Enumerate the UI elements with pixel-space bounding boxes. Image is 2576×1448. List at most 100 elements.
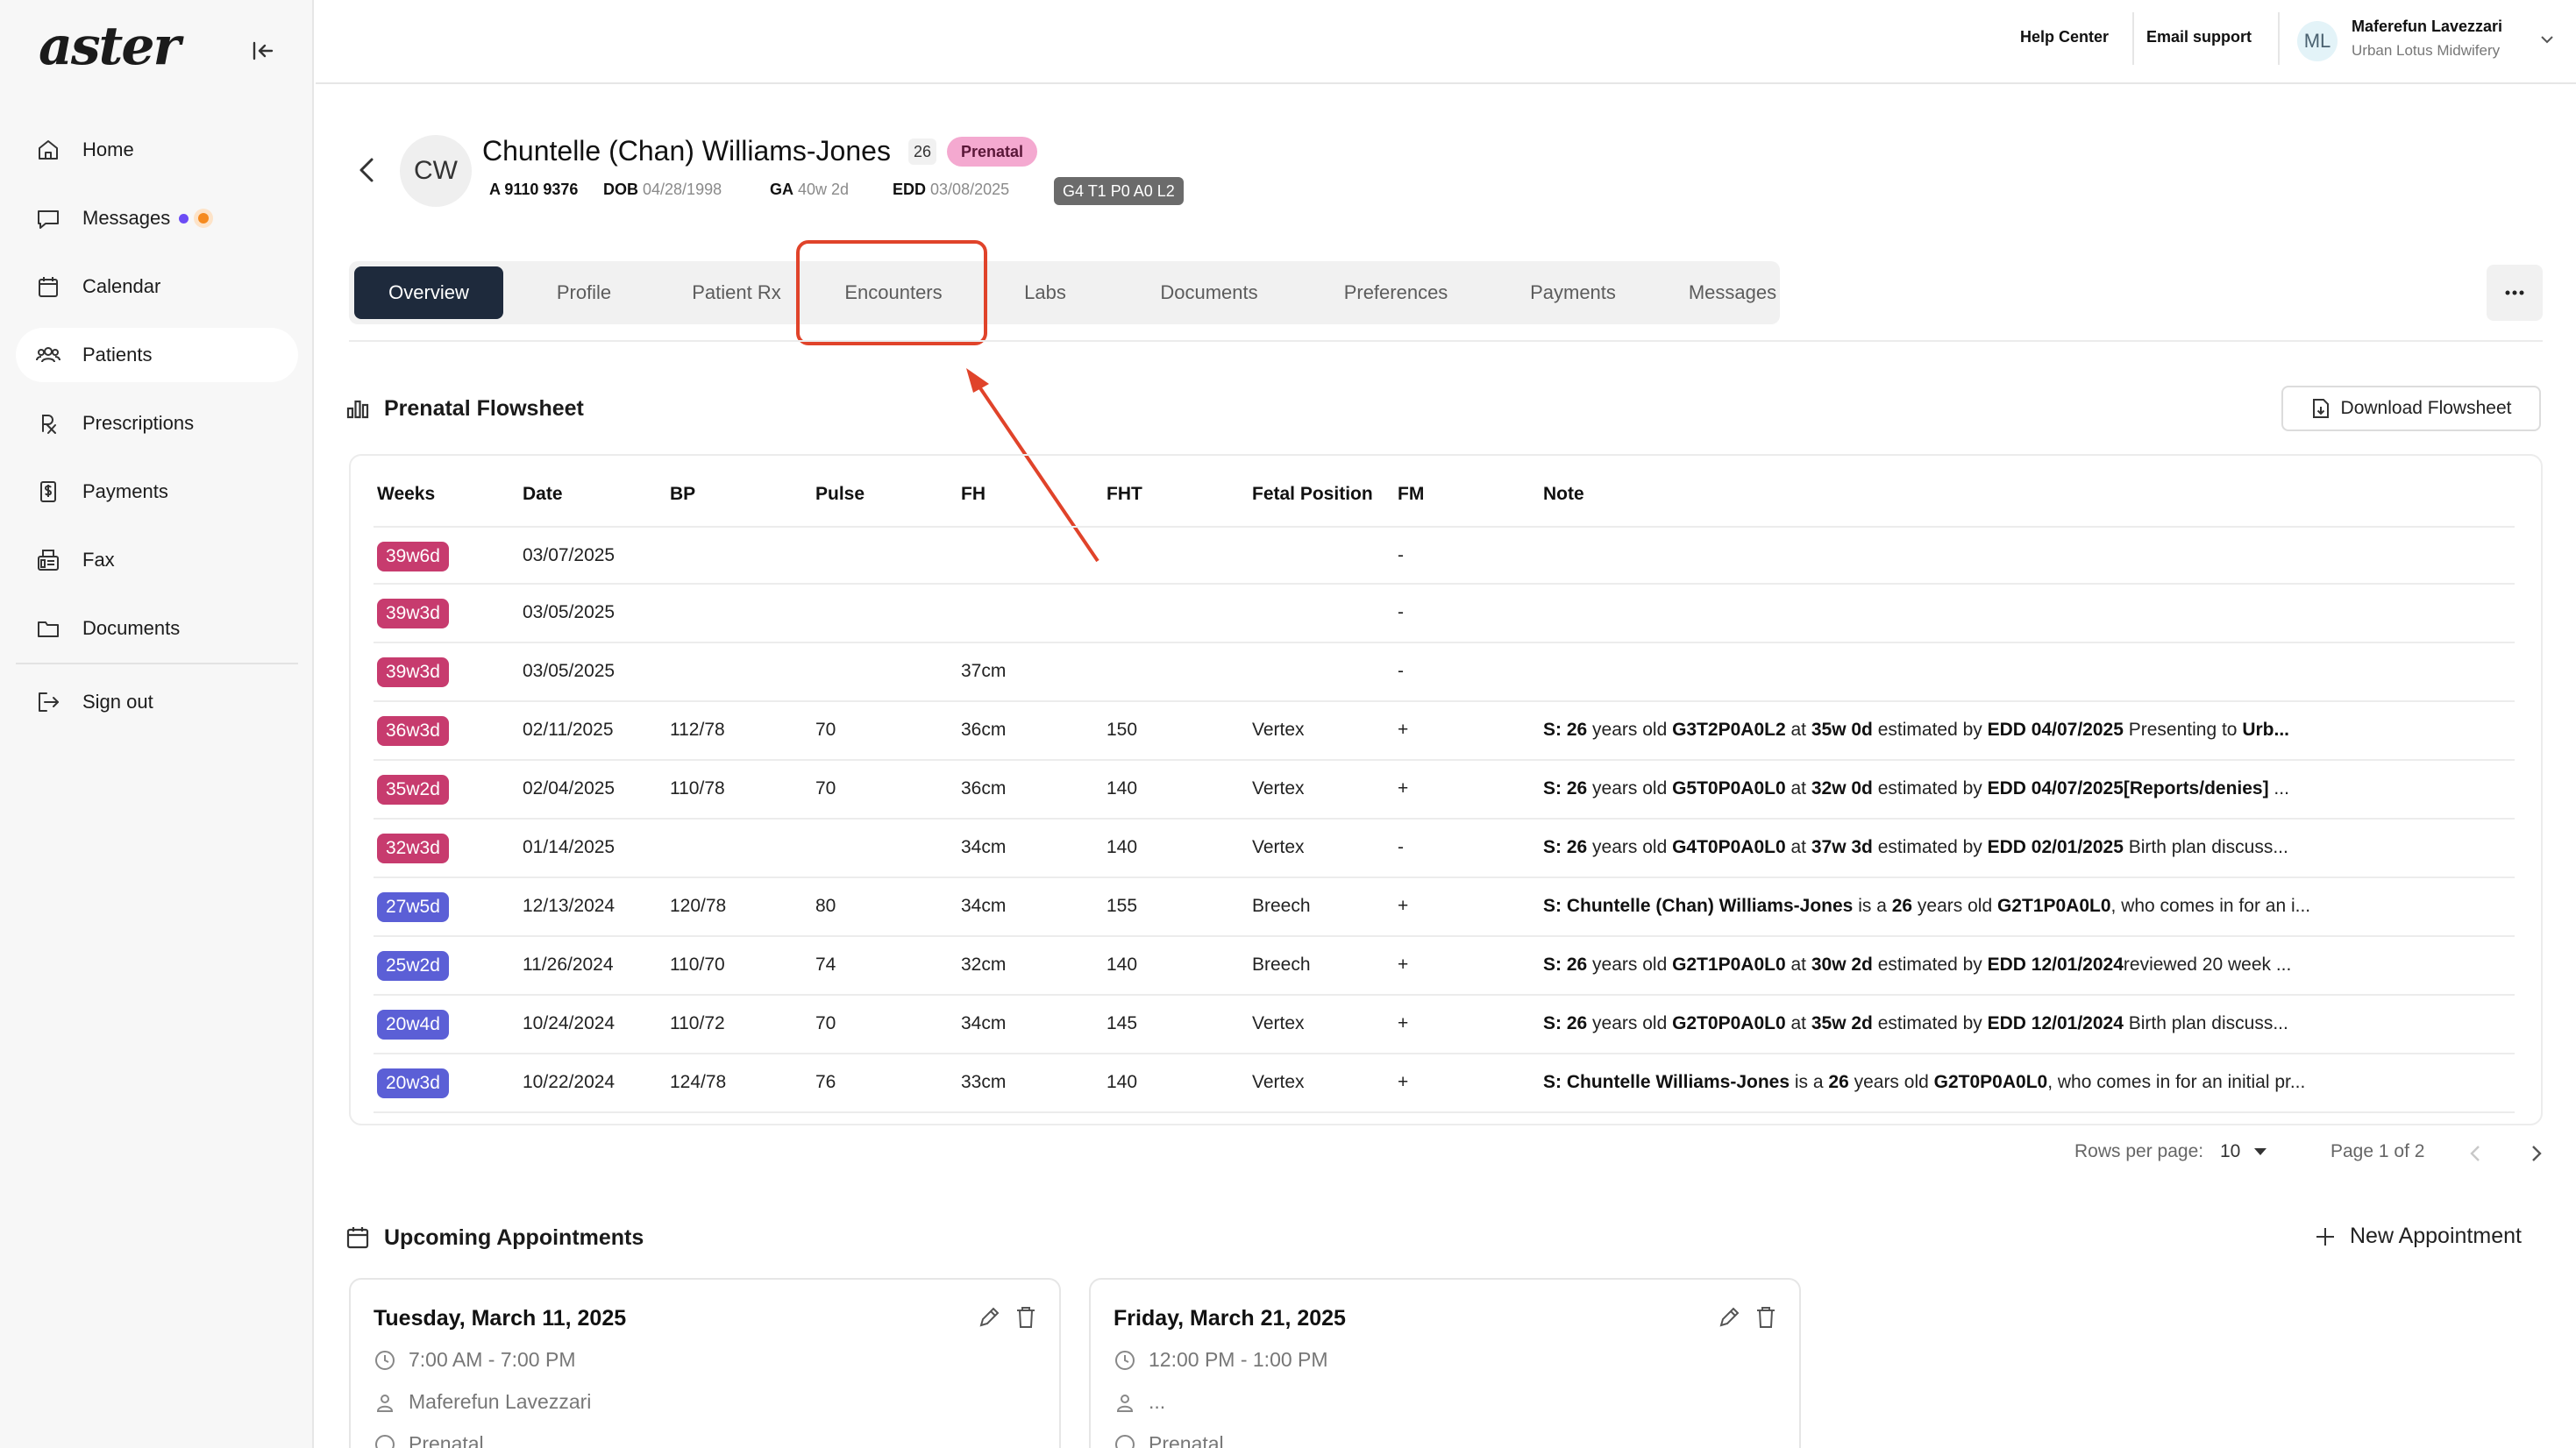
download-flowsheet-button[interactable]: Download Flowsheet (2281, 386, 2541, 431)
weeks-badge: 39w3d (377, 657, 449, 687)
cell-pulse: 76 (815, 1072, 836, 1092)
sidebar-item-home[interactable]: Home (16, 123, 298, 177)
user-name[interactable]: Maferefun Lavezzari (2352, 18, 2502, 36)
more-options-button[interactable] (2487, 265, 2543, 321)
edit-pencil-icon[interactable] (1717, 1304, 1741, 1331)
appointments-title: Upcoming Appointments (384, 1225, 644, 1250)
cell-date: 01/14/2025 (523, 837, 616, 857)
table-row[interactable]: 36w3d 02/11/2025 112/78 70 36cm 150 Vertex + S: … (374, 702, 2515, 761)
appointment-time: 12:00 PM - 1:00 PM (1114, 1348, 1328, 1372)
collapse-sidebar-icon[interactable] (249, 37, 277, 65)
tab-payments[interactable]: Payments (1494, 266, 1652, 319)
info-icon (1114, 1433, 1136, 1448)
tab-labs[interactable]: Labs (984, 266, 1107, 319)
prev-page-icon[interactable] (2467, 1143, 2483, 1164)
tab-patient-rx[interactable]: Patient Rx (658, 266, 815, 319)
sidebar-item-calendar[interactable]: Calendar (16, 259, 298, 314)
cell-date: 03/05/2025 (523, 602, 616, 622)
next-page-icon[interactable] (2529, 1143, 2544, 1164)
table-row[interactable]: 39w3d 03/05/2025 - (374, 585, 2515, 643)
topbar-divider (2132, 12, 2134, 65)
weeks-badge: 20w3d (377, 1068, 449, 1098)
tab-preferences[interactable]: Preferences (1308, 266, 1484, 319)
page-indicator: Page 1 of 2 (2330, 1141, 2425, 1161)
cell-fm: + (1398, 955, 1409, 975)
patient-id: A 9110 9376 (489, 181, 579, 198)
cell-date: 03/07/2025 (523, 545, 616, 565)
table-row[interactable]: 27w5d 12/13/2024 120/78 80 34cm 155 Breech + S: … (374, 878, 2515, 937)
rows-per-page-label: Rows per page: (2074, 1141, 2204, 1161)
appointment-card[interactable]: Tuesday, March 11, 2025 7:00 AM - 7:00 P… (349, 1278, 1061, 1448)
tab-overview[interactable]: Overview (354, 266, 503, 319)
chart-bar-icon (345, 396, 370, 421)
appointment-provider: ... (1114, 1390, 1165, 1414)
table-row[interactable]: 25w2d 11/26/2024 110/70 74 32cm 140 Breech + S: … (374, 937, 2515, 996)
cell-date: 11/26/2024 (523, 955, 614, 975)
weeks-badge: 36w3d (377, 716, 449, 746)
tab-bar: Overview Profile Patient Rx Encounters L… (349, 261, 1780, 324)
help-center-link[interactable]: Help Center (2020, 28, 2109, 46)
rows-per-page-select[interactable]: 10 (2220, 1141, 2267, 1162)
email-support-link[interactable]: Email support (2146, 28, 2252, 46)
sidebar-item-label: Home (82, 138, 134, 160)
table-row[interactable]: 32w3d 01/14/2025 34cm 140 Vertex - S: 26 years… (374, 820, 2515, 878)
cell-fm: - (1398, 545, 1404, 565)
cell-fetal-position: Vertex (1252, 1072, 1305, 1092)
sidebar: aster Home Messages Calendar Patients Pr… (0, 0, 314, 1448)
info-icon (374, 1433, 396, 1448)
tab-profile[interactable]: Profile (514, 266, 654, 319)
cell-fetal-position: Breech (1252, 955, 1311, 975)
app-root: aster Home Messages Calendar Patients Pr… (0, 0, 2576, 1448)
patient-avatar: CW (400, 135, 472, 207)
sidebar-item-patients[interactable]: Patients (16, 328, 298, 382)
cell-fetal-position: Vertex (1252, 720, 1305, 740)
sidebar-item-payments[interactable]: Payments (16, 465, 298, 519)
calendar-icon (35, 273, 61, 300)
cell-pulse: 70 (815, 720, 836, 740)
table-row[interactable]: 39w3d 03/05/2025 37cm - (374, 643, 2515, 702)
cell-note: S: Chuntelle (Chan) Williams-Jones is a … (1543, 896, 2311, 916)
folder-icon (35, 615, 61, 642)
aster-logo[interactable]: aster (39, 16, 181, 77)
user-menu-chevron-icon[interactable] (2539, 32, 2555, 47)
patient-dob: DOB 04/28/1998 (603, 181, 722, 198)
cell-fh: 34cm (961, 1013, 1007, 1033)
sidebar-item-label: Messages (82, 207, 171, 229)
cell-date: 02/04/2025 (523, 778, 616, 799)
user-avatar[interactable]: ML (2297, 21, 2338, 61)
unread-dot-orange (194, 209, 214, 228)
sidebar-item-documents[interactable]: Documents (16, 601, 298, 656)
table-row[interactable]: 35w2d 02/04/2025 110/78 70 36cm 140 Vertex + S: … (374, 761, 2515, 820)
sidebar-item-label: Patients (82, 344, 153, 366)
appointment-card[interactable]: Friday, March 21, 2025 12:00 PM - 1:00 P… (1089, 1278, 1801, 1448)
appointment-provider: Maferefun Lavezzari (374, 1390, 591, 1414)
sidebar-item-prescriptions[interactable]: Prescriptions (16, 396, 298, 451)
new-appointment-button[interactable]: New Appointment (2315, 1224, 2522, 1249)
cell-fht: 140 (1107, 837, 1138, 857)
back-arrow-icon[interactable] (354, 154, 381, 186)
cell-fm: + (1398, 1072, 1409, 1092)
cell-fht: 140 (1107, 955, 1138, 975)
tab-messages[interactable]: Messages (1654, 266, 1811, 319)
delete-trash-icon[interactable] (1754, 1304, 1778, 1331)
cell-note: S: 26 years old G4T0P0A0L0 at 37w 3d est… (1543, 837, 2288, 857)
cell-date: 12/13/2024 (523, 896, 616, 916)
unread-dot-purple (179, 213, 189, 224)
tab-documents[interactable]: Documents (1126, 266, 1292, 319)
edit-pencil-icon[interactable] (977, 1304, 1001, 1331)
table-row[interactable]: 20w3d 10/22/2024 124/78 76 33cm 140 Vertex + S: … (374, 1054, 2515, 1113)
sidebar-item-sign-out[interactable]: Sign out (16, 675, 298, 729)
cell-note: S: Chuntelle Williams-Jones is a 26 year… (1543, 1072, 2306, 1092)
plus-icon (2315, 1226, 2336, 1247)
delete-trash-icon[interactable] (1014, 1304, 1038, 1331)
sidebar-item-messages[interactable]: Messages (16, 191, 298, 245)
sidebar-item-label: Prescriptions (82, 412, 195, 434)
table-row[interactable]: 39w6d 03/07/2025 - (374, 526, 2515, 585)
table-row[interactable]: 20w4d 10/24/2024 110/72 70 34cm 145 Vertex + S: … (374, 996, 2515, 1054)
weeks-badge: 25w2d (377, 951, 449, 981)
cell-date: 02/11/2025 (523, 720, 614, 740)
sidebar-item-fax[interactable]: Fax (16, 533, 298, 587)
sign-out-icon (35, 689, 61, 715)
cell-note: S: 26 years old G3T2P0A0L2 at 35w 0d est… (1543, 720, 2289, 740)
dropdown-caret-icon (2254, 1148, 2267, 1156)
